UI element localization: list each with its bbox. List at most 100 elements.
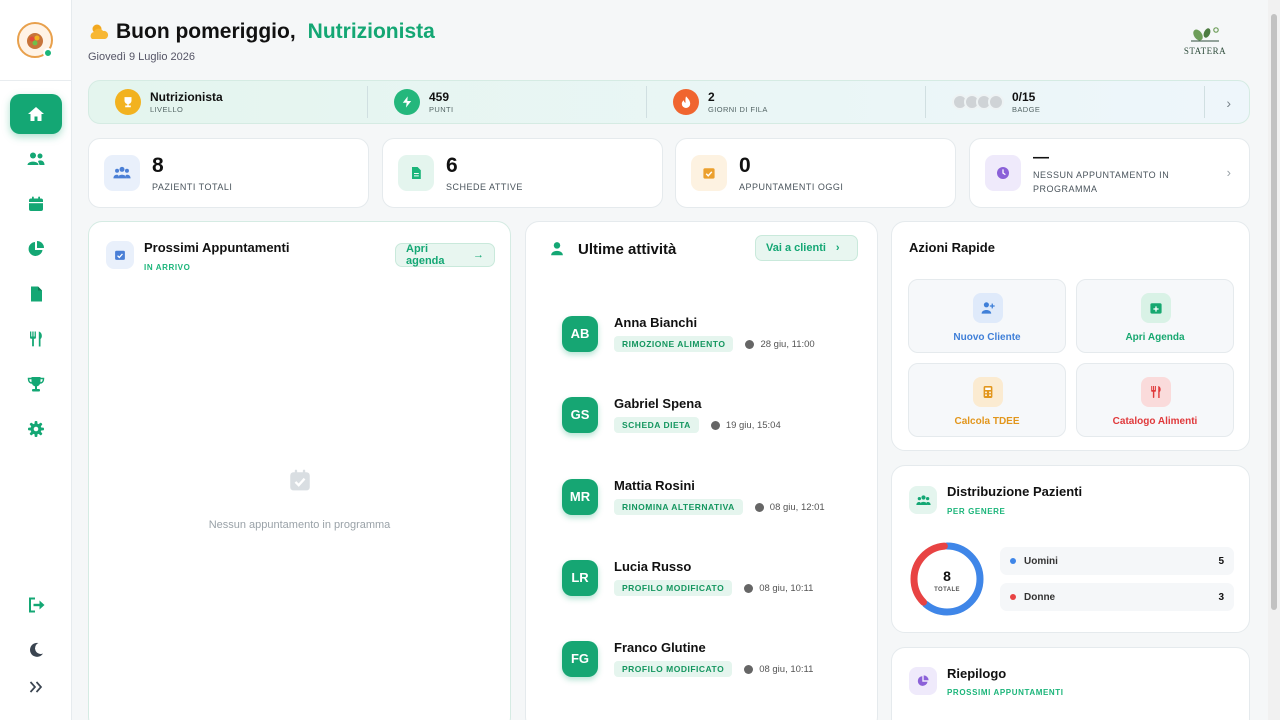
- clock-icon: [754, 502, 764, 512]
- activity-title: Ultime attività: [578, 241, 677, 258]
- nav-documents[interactable]: [0, 274, 72, 314]
- activity-item[interactable]: LR Lucia Russo PROFILO MODIFICATO 08 giu,…: [562, 559, 813, 596]
- stat-label: PAZIENTI TOTALI: [152, 181, 233, 192]
- nav-achievements[interactable]: [0, 364, 72, 404]
- donut-total-label: TOTALE: [934, 587, 960, 593]
- nav-logout[interactable]: [0, 585, 72, 625]
- streak-label: GIORNI DI FILA: [708, 105, 768, 114]
- donut-total: 8: [943, 568, 951, 584]
- moon-icon: [30, 642, 43, 657]
- theme-toggle[interactable]: [0, 630, 72, 670]
- legend-swatch: [1010, 594, 1016, 600]
- level-label: LIVELLO: [150, 105, 184, 114]
- app-logo[interactable]: [17, 22, 53, 58]
- gender-donut-chart: 8 TOTALE: [910, 542, 984, 616]
- summary-title: Riepilogo: [947, 666, 1007, 681]
- gear-icon: [28, 421, 44, 437]
- trophy-icon: [124, 97, 132, 108]
- utensils-icon: [30, 331, 42, 347]
- food-catalog-label: Catalogo Alimenti: [1112, 416, 1198, 427]
- gamification-bar[interactable]: Nutrizionista LIVELLO 459 PUNTI 2 GIORNI DI…: [88, 80, 1250, 124]
- brand-logo: STATERA: [1180, 24, 1230, 56]
- activity-item[interactable]: AB Anna Bianchi RIMOZIONE ALIMENTO 28 giu…: [562, 315, 815, 352]
- stat-total-patients[interactable]: 8 PAZIENTI TOTALI: [88, 138, 369, 208]
- stat-label: APPUNTAMENTI OGGI: [739, 181, 844, 192]
- current-date: Giovedì 9 Luglio 2026: [88, 51, 196, 63]
- stat-next-appointment[interactable]: — NESSUN APPUNTAMENTO IN PROGRAMMA ›: [969, 138, 1250, 208]
- avatar: FG: [562, 640, 598, 677]
- nav-agenda[interactable]: [0, 184, 72, 224]
- scrollbar-thumb[interactable]: [1271, 14, 1277, 610]
- home-icon: [28, 107, 44, 121]
- avatar: AB: [562, 315, 598, 352]
- clock-icon: [710, 420, 720, 430]
- calendar-plus-icon: [1150, 303, 1162, 314]
- legend-count: 5: [1218, 555, 1224, 567]
- activity-item[interactable]: MR Mattia Rosini RINOMINA ALTERNATIVA 08 …: [562, 478, 825, 515]
- activity-tag: PROFILO MODIFICATO: [614, 580, 733, 596]
- page-scrollbar[interactable]: [1268, 0, 1280, 720]
- users-icon: [113, 166, 131, 179]
- fire-icon: [681, 96, 691, 108]
- patient-distribution-card: Distribuzione Pazienti PER GENERE 8 TOTA…: [891, 465, 1250, 633]
- points-value: 459: [429, 90, 450, 104]
- activity-time-text: 28 giu, 11:00: [760, 338, 815, 350]
- quick-actions-title: Azioni Rapide: [909, 240, 995, 255]
- user-plus-icon: [981, 302, 995, 314]
- summary-subtitle: PROSSIMI APPUNTAMENTI: [947, 688, 1064, 697]
- nav-clients[interactable]: [0, 139, 72, 179]
- stat-value: 0: [739, 153, 751, 177]
- stat-label: NESSUN APPUNTAMENTO IN PROGRAMMA: [1033, 170, 1170, 194]
- stat-value: 8: [152, 153, 164, 177]
- open-agenda-button[interactable]: Apri agenda →: [395, 243, 495, 267]
- open-agenda-quick-button[interactable]: Apri Agenda: [1076, 279, 1234, 353]
- activity-time-text: 08 giu, 10:11: [759, 663, 814, 675]
- open-agenda-quick-label: Apri Agenda: [1125, 332, 1185, 343]
- online-status-dot: [43, 48, 53, 58]
- activity-name: Gabriel Spena: [614, 396, 702, 411]
- nav-settings[interactable]: [0, 409, 72, 449]
- calculate-tdee-label: Calcola TDEE: [954, 416, 1020, 427]
- activity-time: 08 giu, 10:11: [744, 664, 813, 675]
- food-catalog-button[interactable]: Catalogo Alimenti: [1076, 363, 1234, 437]
- activity-time: 08 giu, 10:11: [744, 583, 813, 594]
- nav-home[interactable]: [0, 94, 72, 134]
- appointments-card: Prossimi Appuntamenti IN ARRIVO Apri age…: [88, 221, 511, 720]
- leaves-logo-icon: [1191, 27, 1219, 42]
- activity-name: Franco Glutine: [614, 640, 706, 655]
- points-item: 459 PUNTI: [368, 86, 647, 118]
- activity-time: 08 giu, 12:01: [754, 502, 825, 513]
- activity-tag: RIMOZIONE ALIMENTO: [614, 336, 734, 352]
- sidebar-expand[interactable]: [0, 667, 72, 707]
- activity-item[interactable]: GS Gabriel Spena SCHEDA DIETA 19 giu, 15:…: [562, 396, 781, 433]
- legend-swatch: [1010, 558, 1016, 564]
- streak-item: 2 GIORNI DI FILA: [647, 86, 926, 118]
- quick-actions-card: Azioni Rapide Nuovo Cliente Apri Agenda …: [891, 221, 1250, 451]
- stat-today-appointments[interactable]: 0 APPUNTAMENTI OGGI: [675, 138, 956, 208]
- legend-label: Donne: [1024, 591, 1056, 603]
- appointments-empty-text: Nessun appuntamento in programma: [208, 519, 391, 531]
- calendar-check-icon: [703, 168, 715, 179]
- level-item: Nutrizionista LIVELLO: [89, 86, 368, 118]
- clock-icon: [745, 339, 755, 349]
- double-chevron-right-icon: [29, 681, 43, 693]
- calculate-tdee-button[interactable]: Calcola TDEE: [908, 363, 1066, 437]
- sidebar-divider: [0, 80, 72, 81]
- calendar-icon: [29, 196, 43, 211]
- activity-item[interactable]: FG Franco Glutine PROFILO MODIFICATO 08 g…: [562, 640, 813, 677]
- go-to-clients-button[interactable]: Vai a clienti ›: [755, 235, 858, 261]
- avatar: MR: [562, 478, 598, 515]
- chevron-right-icon: ›: [1226, 165, 1231, 180]
- activity-time-text: 19 giu, 15:04: [725, 419, 781, 431]
- empty-calendar-icon: [287, 467, 313, 498]
- new-client-button[interactable]: Nuovo Cliente: [908, 279, 1066, 353]
- sun-cloud-icon: [90, 24, 109, 39]
- brand-name: STATERA: [1183, 46, 1227, 56]
- chevron-right-icon[interactable]: ›: [1226, 95, 1231, 111]
- stat-value: —: [1033, 149, 1049, 167]
- badges-label: BADGE: [1012, 105, 1041, 114]
- distribution-subtitle: PER GENERE: [947, 507, 1006, 516]
- stat-active-plans[interactable]: 6 SCHEDE ATTIVE: [382, 138, 663, 208]
- nav-foods[interactable]: [0, 319, 72, 359]
- nav-statistics[interactable]: [0, 229, 72, 269]
